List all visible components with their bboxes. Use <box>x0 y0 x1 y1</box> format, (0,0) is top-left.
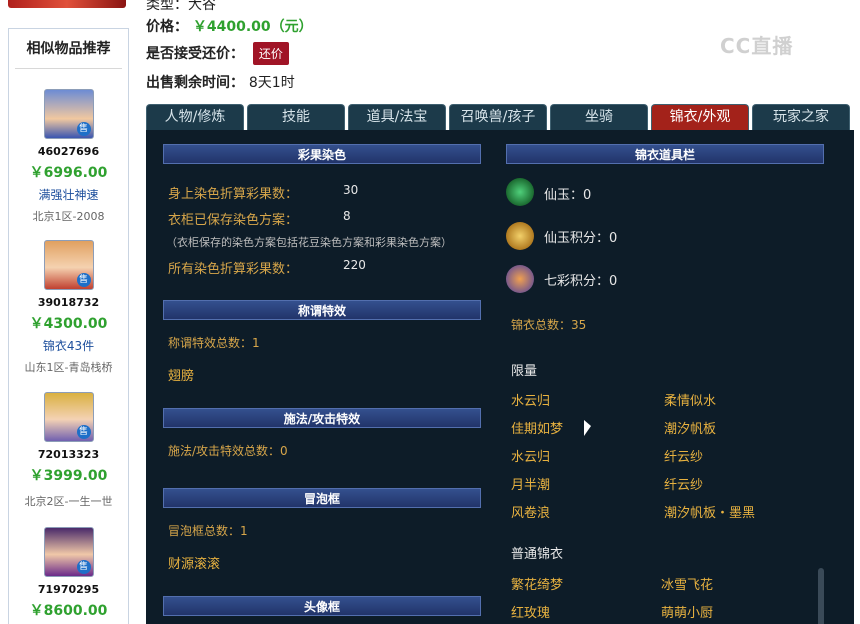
avatar[interactable]: 售 <box>43 392 94 442</box>
sale-badge: 售 <box>76 122 91 136</box>
similar-item[interactable]: 售 71970295 ￥8600.00 <box>9 527 128 620</box>
item-server: 北京1区-2008 <box>32 210 105 223</box>
tab-items[interactable]: 道具/法宝 <box>348 104 446 130</box>
bargain-button[interactable]: 还价 <box>252 42 289 65</box>
tab-home[interactable]: 玩家之家 <box>752 104 850 130</box>
dye-body-label: 身上染色折算彩果数： <box>168 187 299 202</box>
item-id: 39018732 <box>37 296 100 309</box>
avatar-frame-header: 头像框 <box>163 596 481 616</box>
similar-item[interactable]: 售 46027696 ￥6996.00 满强壮神速 北京1区-2008 <box>9 89 128 224</box>
item-server: 山东1区-青岛栈桥 <box>24 361 113 374</box>
limited-item: 风卷浪 <box>511 506 551 521</box>
jade-label: 仙玉：0 <box>544 188 592 203</box>
tab-outfits[interactable]: 锦衣/外观 <box>651 104 749 130</box>
outfit-props-header: 锦衣道具栏 <box>506 144 824 164</box>
rainbow-points-label: 七彩积分：0 <box>544 274 618 289</box>
dye-all-value: 220 <box>343 258 366 272</box>
item-price: ￥6996.00 <box>29 165 108 181</box>
type-line-cut: 类型：大谷 <box>146 0 216 13</box>
jade-icon <box>506 178 534 206</box>
limited-item: 月半潮 <box>511 478 551 493</box>
dye-all-label: 所有染色折算彩果数： <box>168 262 299 277</box>
tab-character[interactable]: 人物/修炼 <box>146 104 244 130</box>
outfit-total: 锦衣总数：35 <box>511 318 587 332</box>
item-price: ￥8600.00 <box>29 603 108 619</box>
dye-saved-label: 衣柜已保存染色方案： <box>168 213 299 228</box>
price-row: 价格： ￥4400.00（元） <box>146 16 313 36</box>
limited-item: 水云归 <box>511 394 551 409</box>
watermark: CC直播 <box>720 34 794 58</box>
normal-outfit-item: 红玫瑰 <box>511 606 551 621</box>
limited-item: 佳期如梦 <box>511 422 564 437</box>
normal-outfit-item: 萌萌小厨 <box>661 606 714 621</box>
item-tag[interactable]: 锦衣43件 <box>9 337 128 354</box>
avatar[interactable]: 售 <box>43 527 94 577</box>
dye-note: （衣柜保存的染色方案包括花豆染色方案和彩果染色方案） <box>166 236 452 249</box>
item-id: 72013323 <box>37 448 100 461</box>
item-id: 71970295 <box>37 583 100 596</box>
sale-badge: 售 <box>76 273 91 287</box>
jade-points-label: 仙玉积分：0 <box>544 231 618 246</box>
sale-badge: 售 <box>76 425 91 439</box>
cast-effect-total: 施法/攻击特效总数：0 <box>168 444 288 458</box>
tab-skills[interactable]: 技能 <box>247 104 345 130</box>
bubble-frame-header: 冒泡框 <box>163 488 481 508</box>
page: 类型：大谷 相似物品推荐 售 46027696 ￥6996.00 满强壮神速 北… <box>0 0 860 624</box>
similar-item[interactable]: 售 72013323 ￥3999.00 北京2区-一生一世 <box>9 392 128 509</box>
similar-items-sidebar: 相似物品推荐 售 46027696 ￥6996.00 满强壮神速 北京1区-20… <box>8 28 129 624</box>
remaining-label: 出售剩余时间： <box>146 75 244 91</box>
limited-item: 纤云纱 <box>664 478 704 493</box>
limited-item: 潮汐帆板 <box>664 422 717 437</box>
product-image-cut <box>8 0 126 8</box>
mouse-cursor <box>584 420 591 436</box>
bargain-label: 是否接受还价： <box>146 46 244 62</box>
remaining-value: 8天1时 <box>248 75 295 91</box>
similar-item[interactable]: 售 39018732 ￥4300.00 锦衣43件 山东1区-青岛栈桥 <box>9 240 128 375</box>
detail-tabs: 人物/修炼 技能 道具/法宝 召唤兽/孩子 坐骑 锦衣/外观 玩家之家 <box>146 104 856 130</box>
title-effect-total: 称谓特效总数：1 <box>168 336 260 350</box>
normal-outfit-title: 普通锦衣 <box>511 547 564 562</box>
item-server: 北京2区-一生一世 <box>24 495 113 508</box>
jade-points-icon <box>506 222 534 250</box>
avatar[interactable]: 售 <box>43 240 94 290</box>
limited-title: 限量 <box>511 364 538 379</box>
dye-body-value: 30 <box>343 183 359 197</box>
dye-saved-value: 8 <box>343 209 351 223</box>
avatar[interactable]: 售 <box>43 89 94 139</box>
limited-item: 水云归 <box>511 450 551 465</box>
sidebar-title: 相似物品推荐 <box>15 29 122 69</box>
tab-pets[interactable]: 召唤兽/孩子 <box>449 104 547 130</box>
title-effect-item: 翅膀 <box>168 369 195 384</box>
limited-item: 柔情似水 <box>664 394 717 409</box>
item-price: ￥3999.00 <box>29 468 108 484</box>
bargain-row: 是否接受还价： 还价 <box>146 42 289 65</box>
limited-item: 潮汐帆板・墨黑 <box>664 506 756 521</box>
limited-item: 纤云纱 <box>664 450 704 465</box>
price-value: ￥4400.00（元） <box>192 19 313 35</box>
outfit-panel: 彩果染色 身上染色折算彩果数： 30 衣柜已保存染色方案： 8 （衣柜保存的染色… <box>146 130 854 624</box>
bubble-frame-total: 冒泡框总数：1 <box>168 524 248 538</box>
normal-outfit-item: 繁花绮梦 <box>511 578 564 593</box>
dye-header: 彩果染色 <box>163 144 481 164</box>
item-id: 46027696 <box>37 145 100 158</box>
price-label: 价格： <box>146 19 188 35</box>
bubble-frame-item: 财源滚滚 <box>168 557 221 572</box>
sale-badge: 售 <box>76 560 91 574</box>
item-tag[interactable]: 满强壮神速 <box>9 186 128 203</box>
normal-outfit-item: 冰雪飞花 <box>661 578 714 593</box>
remaining-row: 出售剩余时间： 8天1时 <box>146 72 295 92</box>
title-effect-header: 称谓特效 <box>163 300 481 320</box>
outfit-list-scrollbar[interactable] <box>818 568 824 624</box>
item-price: ￥4300.00 <box>29 316 108 332</box>
rainbow-points-icon <box>506 265 534 293</box>
tab-mounts[interactable]: 坐骑 <box>550 104 648 130</box>
cast-effect-header: 施法/攻击特效 <box>163 408 481 428</box>
